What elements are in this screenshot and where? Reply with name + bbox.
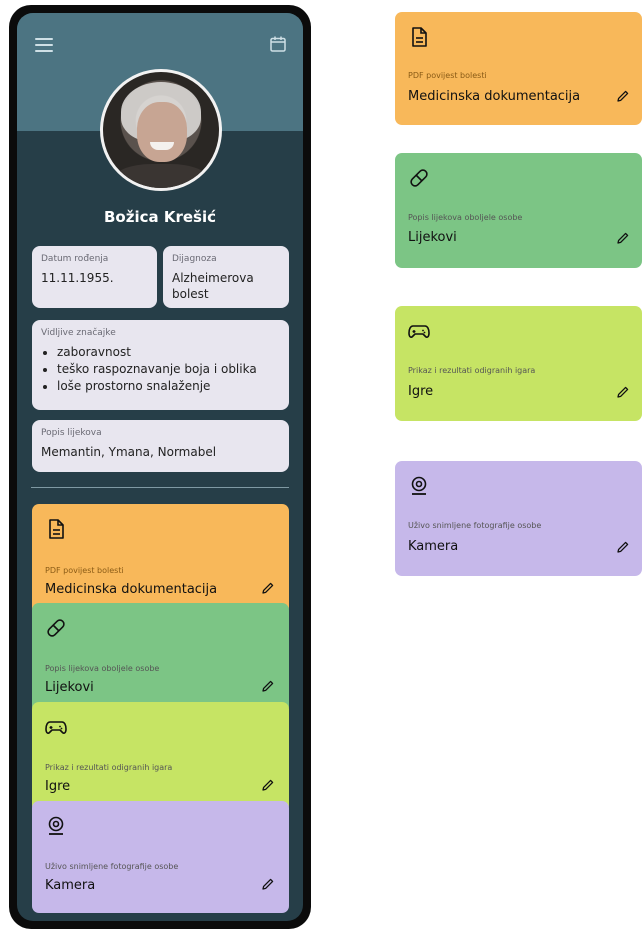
symptoms-card: Vidljive značajke zaboravnost teško rasp… bbox=[32, 320, 289, 410]
symptom-item: zaboravnost bbox=[57, 344, 280, 361]
card-camera[interactable]: Uživo snimljene fotografije osobe Kamera bbox=[395, 461, 642, 576]
calendar-icon[interactable] bbox=[269, 35, 287, 53]
pencil-icon[interactable] bbox=[616, 540, 630, 554]
card-camera[interactable]: Uživo snimljene fotografije osobe Kamera bbox=[32, 801, 289, 913]
pill-icon bbox=[410, 169, 428, 187]
pencil-icon[interactable] bbox=[261, 778, 275, 792]
card-medications[interactable]: Popis lijekova oboljele osobe Lijekovi bbox=[395, 153, 642, 268]
symptoms-list: zaboravnost teško raspoznavanje boja i o… bbox=[41, 344, 280, 395]
card-title: Kamera bbox=[45, 878, 96, 893]
webcam-icon bbox=[48, 816, 64, 835]
diagnosis-label: Dijagnoza bbox=[172, 254, 217, 264]
pencil-icon[interactable] bbox=[261, 877, 275, 891]
symptom-item: loše prostorno snalaženje bbox=[57, 378, 280, 395]
card-subtitle: PDF povijest bolesti bbox=[45, 566, 124, 575]
birth-date-label: Datum rođenja bbox=[41, 254, 109, 264]
document-icon bbox=[49, 519, 64, 539]
card-games[interactable]: Prikaz i rezultati odigranih igara Igre bbox=[32, 702, 289, 812]
menu-icon[interactable] bbox=[35, 38, 53, 52]
card-medical-docs[interactable]: PDF povijest bolesti Medicinska dokument… bbox=[395, 12, 642, 125]
card-title: Lijekovi bbox=[45, 680, 94, 695]
diagnosis-card: Dijagnoza Alzheimerova bolest bbox=[163, 246, 289, 308]
pencil-icon[interactable] bbox=[261, 581, 275, 595]
phone-frame: Božica Krešić Datum rođenja 11.11.1955. … bbox=[9, 5, 311, 929]
card-medications[interactable]: Popis lijekova oboljele osobe Lijekovi bbox=[32, 603, 289, 713]
birth-date-card: Datum rođenja 11.11.1955. bbox=[32, 246, 157, 308]
medications-label: Popis lijekova bbox=[41, 428, 102, 438]
pencil-icon[interactable] bbox=[616, 385, 630, 399]
card-subtitle: PDF povijest bolesti bbox=[408, 71, 487, 80]
diagnosis-value: Alzheimerova bolest bbox=[172, 271, 254, 301]
gamepad-icon bbox=[45, 721, 67, 734]
patient-name: Božica Krešić bbox=[103, 208, 216, 226]
avatar bbox=[100, 69, 222, 191]
medications-value: Memantin, Ymana, Normabel bbox=[41, 445, 217, 459]
app-screen: Božica Krešić Datum rođenja 11.11.1955. … bbox=[17, 13, 303, 921]
card-title: Kamera bbox=[408, 539, 459, 554]
webcam-icon bbox=[411, 476, 427, 495]
medications-card: Popis lijekova Memantin, Ymana, Normabel bbox=[32, 420, 289, 472]
divider bbox=[31, 487, 289, 488]
pencil-icon[interactable] bbox=[616, 231, 630, 245]
pencil-icon[interactable] bbox=[616, 89, 630, 103]
card-games[interactable]: Prikaz i rezultati odigranih igara Igre bbox=[395, 306, 642, 421]
gamepad-icon bbox=[408, 325, 430, 338]
card-subtitle: Uživo snimljene fotografije osobe bbox=[408, 521, 542, 530]
card-subtitle: Prikaz i rezultati odigranih igara bbox=[408, 366, 536, 375]
card-medical-docs[interactable]: PDF povijest bolesti Medicinska dokument… bbox=[32, 504, 289, 614]
card-title: Medicinska dokumentacija bbox=[45, 582, 218, 597]
symptom-item: teško raspoznavanje boja i oblika bbox=[57, 361, 280, 378]
card-title: Igre bbox=[408, 384, 434, 399]
pencil-icon[interactable] bbox=[261, 679, 275, 693]
card-title: Igre bbox=[45, 779, 71, 794]
birth-date-value: 11.11.1955. bbox=[41, 271, 114, 285]
pill-icon bbox=[47, 619, 65, 637]
card-subtitle: Popis lijekova oboljele osobe bbox=[45, 664, 160, 673]
document-icon bbox=[412, 27, 427, 47]
card-subtitle: Uživo snimljene fotografije osobe bbox=[45, 862, 179, 871]
symptoms-label: Vidljive značajke bbox=[41, 328, 116, 338]
card-subtitle: Popis lijekova oboljele osobe bbox=[408, 213, 523, 222]
card-title: Lijekovi bbox=[408, 230, 457, 245]
card-title: Medicinska dokumentacija bbox=[408, 89, 581, 104]
card-subtitle: Prikaz i rezultati odigranih igara bbox=[45, 763, 173, 772]
